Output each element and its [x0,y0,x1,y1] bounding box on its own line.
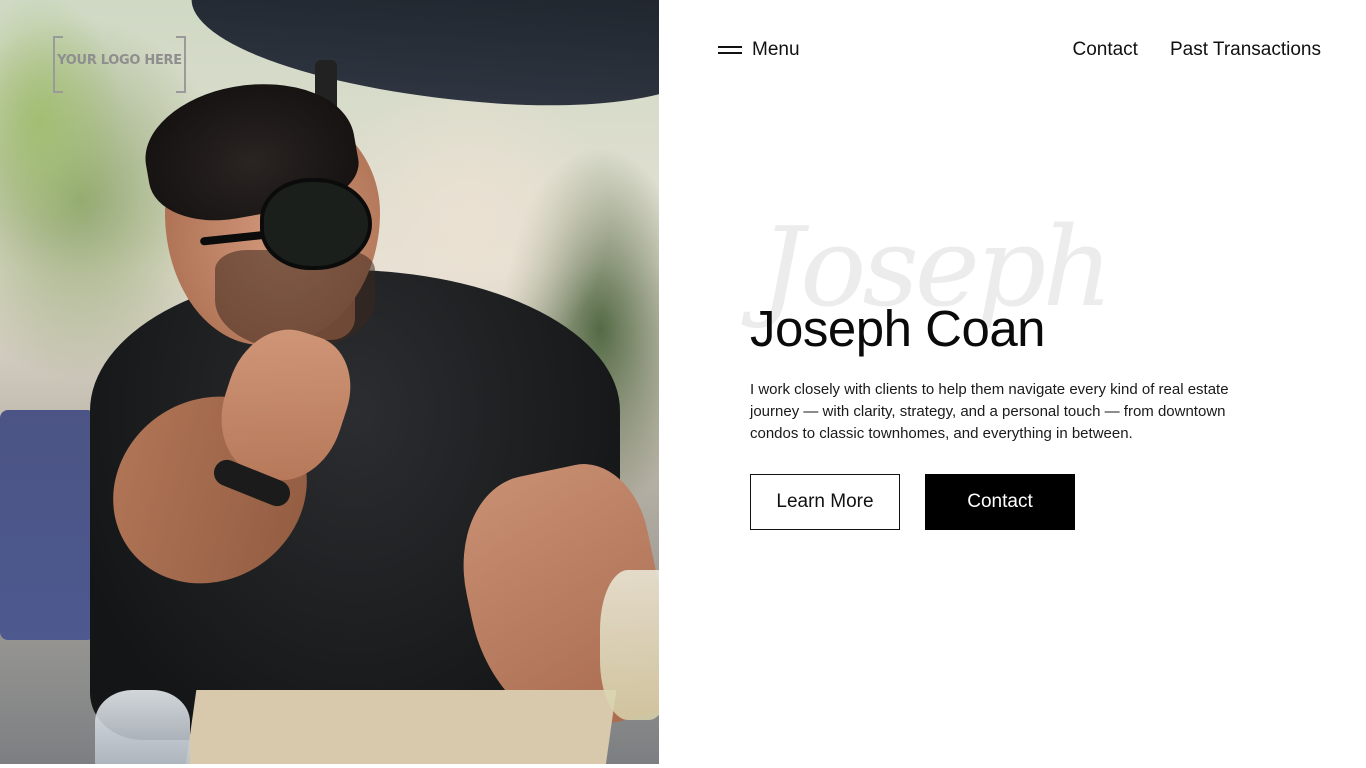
contact-button[interactable]: Contact [925,474,1075,530]
nav-link-contact[interactable]: Contact [1072,39,1137,61]
hero-photo: YOUR LOGO HERE [0,0,659,764]
hero-description: I work closely with clients to help them… [750,381,1229,442]
menu-label: Menu [752,39,800,60]
nav-link-past-transactions[interactable]: Past Transactions [1170,39,1321,61]
learn-more-button[interactable]: Learn More [750,474,900,530]
logo-text: YOUR LOGO HERE [57,53,182,68]
site-logo[interactable]: YOUR LOGO HERE [53,36,186,93]
photo-water-glass [95,690,190,764]
photo-wine-glass [600,570,659,720]
photo-chair [0,410,95,640]
photo-table [183,690,617,764]
page-title: Joseph Coan [750,300,1046,357]
photo-sunglasses [199,178,375,270]
menu-button[interactable]: Menu [718,36,800,64]
hamburger-menu-icon [718,44,742,56]
top-nav-links: Contact Past Transactions [1072,36,1321,64]
